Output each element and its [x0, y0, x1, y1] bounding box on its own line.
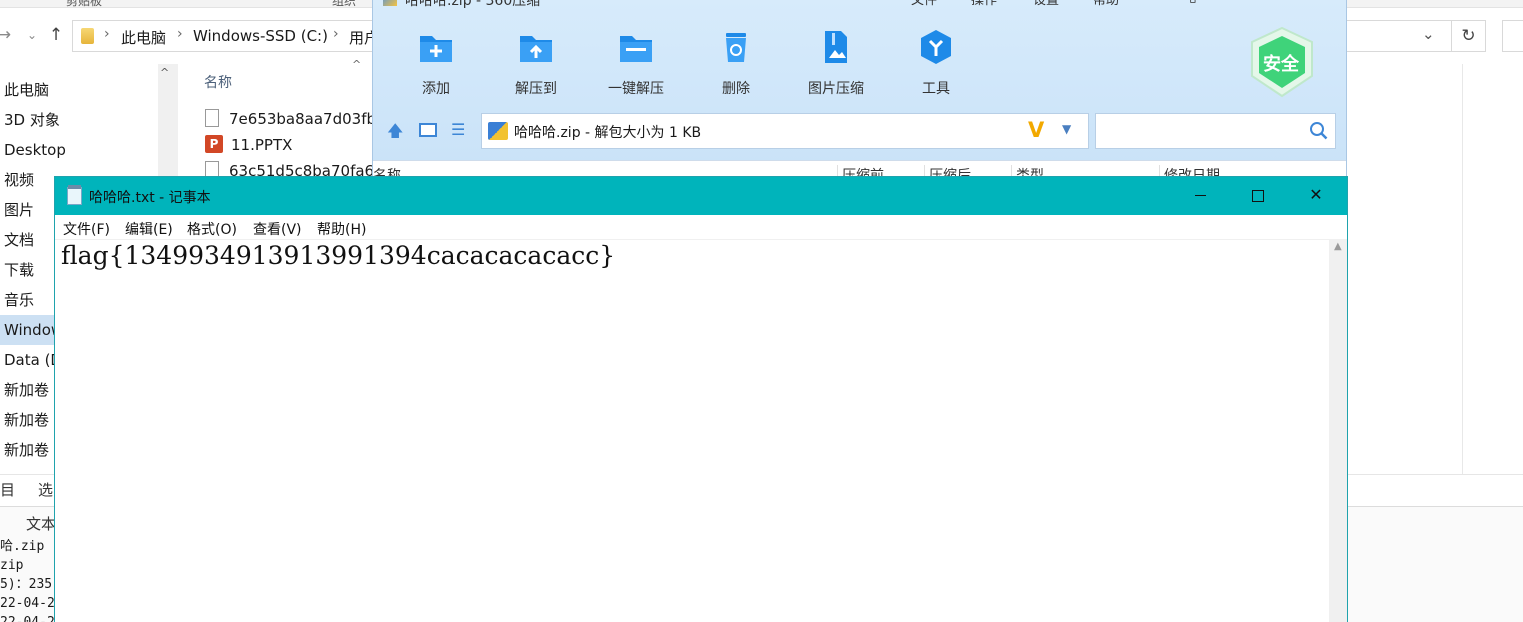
breadcrumb-separator-icon[interactable]: › — [333, 26, 339, 42]
status-selected-count: 选 — [38, 481, 54, 499]
tools-icon — [921, 30, 951, 64]
file-name: 7e653ba8aa7d03fb — [229, 110, 375, 128]
maximize-icon — [1252, 189, 1264, 202]
zip-up-level-icon[interactable]: 🡅 — [387, 120, 403, 147]
extract-to-icon — [520, 36, 552, 62]
status-item-count: 目 — [0, 481, 16, 499]
zip-tool-delete-label: 删除 — [722, 81, 750, 97]
zip-search-input[interactable] — [1095, 113, 1336, 149]
notepad-content: flag{1349934913913991394cacacacacacc} — [61, 241, 616, 270]
menu-help[interactable]: 帮助(H) — [317, 219, 366, 239]
zip-tool-tools-label: 工具 — [922, 81, 950, 97]
zip-close-icon[interactable]: ✕ — [1323, 0, 1335, 5]
close-button[interactable]: ✕ — [1287, 177, 1345, 215]
zip-feedback-icon[interactable]: ▭ — [1221, 0, 1234, 5]
ribbon-group-clipboard: 剪贴板 — [66, 0, 103, 8]
breadcrumb-users[interactable]: 用户 — [349, 27, 373, 48]
folder-icon — [81, 28, 94, 44]
notepad-window: 哈哈哈.txt - 记事本 ✕ 文件(F) 编辑(E) 格式(O) 查看(V) … — [54, 176, 1348, 622]
breadcrumb-drive-c[interactable]: Windows-SSD (C:) — [193, 27, 328, 45]
menu-format[interactable]: 格式(O) — [187, 219, 237, 239]
detail-line: 5)：235 — [0, 577, 53, 592]
zip-tool-extract-to-label: 解压到 — [515, 81, 557, 97]
breadcrumb-separator-icon[interactable]: › — [177, 26, 183, 42]
nav-item[interactable]: Desktop — [0, 135, 158, 165]
file-row[interactable]: P 11.PPTX — [205, 132, 375, 158]
notepad-window-title: 哈哈哈.txt - 记事本 — [89, 190, 211, 206]
file-row[interactable]: 7e653ba8aa7d03fb — [205, 106, 375, 132]
zip-window-title: 哈哈哈.zip - 360压缩 — [405, 0, 541, 9]
notepad-menubar: 文件(F) 编辑(E) 格式(O) 查看(V) 帮助(H) — [55, 215, 1347, 239]
one-click-extract-icon — [620, 36, 652, 62]
detail-line: 哈.zip — [0, 539, 45, 554]
zip-tool-add-label: 添加 — [422, 81, 450, 97]
zip-maximize-icon[interactable]: ▭ — [1295, 0, 1308, 5]
notepad-titlebar[interactable]: 哈哈哈.txt - 记事本 ✕ — [55, 177, 1347, 215]
security-badge-label: 安全 — [1263, 54, 1299, 75]
address-history-chevron-icon[interactable]: ⌄ — [1422, 25, 1435, 43]
zip-tool-image-compress-label: 图片压缩 — [808, 81, 864, 97]
zip-menu-file[interactable]: 文件 — [911, 0, 937, 8]
zip-path-text: 哈哈哈.zip - 解包大小为 1 KB — [514, 125, 702, 141]
pane-divider — [1462, 64, 1463, 474]
forward-arrow-icon[interactable]: → — [0, 24, 14, 46]
breadcrumb-separator-icon[interactable]: › — [104, 26, 110, 42]
security-shield-badge[interactable]: 安全 — [1249, 26, 1315, 98]
recycle-bin-icon — [726, 33, 746, 62]
details-tab-text[interactable]: 文本 — [0, 509, 56, 539]
zip-tool-tools-button[interactable]: 工具 — [891, 28, 981, 98]
image-compress-icon — [825, 31, 847, 63]
scroll-up-icon[interactable]: ▲ — [1334, 241, 1342, 252]
zip-tool-one-click-extract-label: 一键解压 — [608, 81, 664, 97]
notepad-app-icon — [67, 185, 82, 205]
zip-app-icon — [383, 0, 397, 6]
minimize-icon — [1194, 195, 1206, 196]
detail-line: 22-04-2 — [0, 613, 55, 622]
zip-tool-one-click-extract-button[interactable]: 一键解压 — [591, 28, 681, 98]
menu-edit[interactable]: 编辑(E) — [125, 219, 173, 239]
column-header-name[interactable]: 名称 — [204, 72, 232, 92]
sort-ascending-icon: ^ — [352, 58, 362, 71]
recent-locations-chevron-icon[interactable]: ⌄ — [22, 24, 42, 46]
zip-tool-image-compress-button[interactable]: 图片压缩 — [791, 28, 881, 98]
zip-skin-icon[interactable]: ▯ — [1189, 0, 1197, 5]
menu-file[interactable]: 文件(F) — [63, 219, 110, 239]
zip-menu-operate[interactable]: 操作 — [971, 0, 997, 8]
breadcrumb-this-pc[interactable]: 此电脑 — [121, 27, 166, 48]
nav-item[interactable]: 此电脑 — [0, 75, 158, 105]
scroll-up-icon[interactable]: ^ — [160, 66, 169, 79]
add-folder-icon — [420, 36, 452, 62]
zip-window: 哈哈哈.zip - 360压缩 文件 操作 设置 帮助 ▯ ▭ ▭ ✕ 添加 解… — [372, 0, 1347, 178]
detail-line: 22-04-2 — [0, 596, 55, 611]
file-name: 11.PPTX — [231, 136, 293, 154]
detail-line: zip — [0, 558, 24, 573]
zip-menu-help[interactable]: 帮助 — [1093, 0, 1119, 8]
up-arrow-icon[interactable]: ↑ — [46, 24, 66, 46]
notepad-text-area[interactable]: flag{1349934913913991394cacacacacacc} — [55, 239, 1329, 622]
zip-tool-extract-to-button[interactable]: 解压到 — [491, 28, 581, 98]
zip-tool-add-button[interactable]: 添加 — [391, 28, 481, 98]
zip-vip-logo-icon[interactable]: V — [1028, 118, 1044, 142]
zip-tool-delete-button[interactable]: 删除 — [691, 28, 781, 98]
ribbon-group-organize: 组织 — [332, 0, 357, 8]
zip-path-bar[interactable]: 哈哈哈.zip - 解包大小为 1 KB V ▼ — [481, 113, 1089, 149]
zip-archive-icon — [488, 122, 508, 140]
minimize-button[interactable] — [1171, 177, 1229, 215]
nav-item[interactable]: 3D 对象 — [0, 105, 158, 135]
explorer-search-input[interactable] — [1502, 20, 1523, 52]
notepad-vertical-scrollbar[interactable]: ▲ — [1329, 239, 1347, 622]
powerpoint-icon: P — [205, 134, 223, 153]
zip-list-view-icon[interactable]: ☰ — [451, 120, 465, 139]
close-icon: ✕ — [1309, 185, 1323, 204]
document-icon — [205, 108, 219, 127]
zip-thumbnail-view-icon[interactable] — [419, 123, 437, 137]
zip-menu-settings[interactable]: 设置 — [1033, 0, 1059, 8]
menu-view[interactable]: 查看(V) — [253, 219, 302, 239]
maximize-button[interactable] — [1229, 177, 1287, 215]
search-icon[interactable] — [1309, 121, 1329, 141]
zip-path-dropdown-icon[interactable]: ▼ — [1062, 122, 1071, 136]
refresh-icon[interactable]: ↻ — [1452, 20, 1486, 52]
